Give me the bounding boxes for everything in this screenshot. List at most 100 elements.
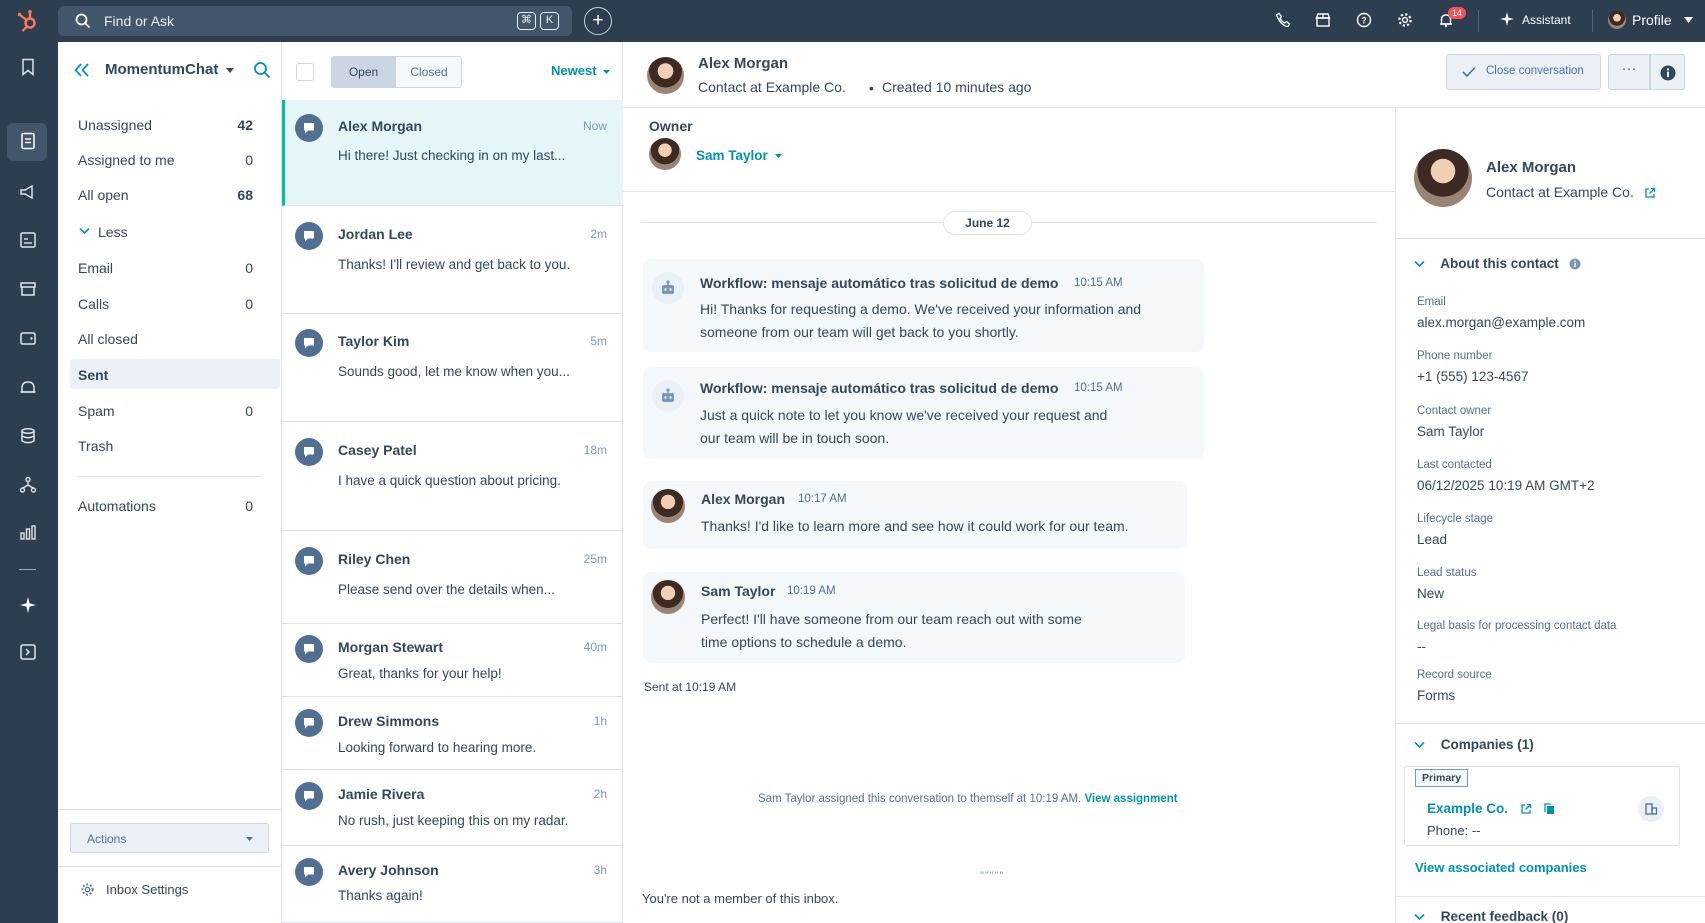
contact-field-value[interactable]: --: [1417, 639, 1426, 654]
copy-icon[interactable]: [1543, 803, 1555, 815]
message-time: 10:15 AM: [1074, 277, 1123, 289]
message-line: time options to schedule a demo.: [701, 634, 907, 650]
service-bell-icon[interactable]: [18, 377, 38, 397]
sidebar-item-count: 0: [245, 403, 253, 419]
content-icon[interactable]: [18, 230, 38, 250]
contacts-icon[interactable]: [18, 131, 38, 151]
external-link-icon[interactable]: [1520, 803, 1532, 815]
marketing-megaphone-icon[interactable]: [18, 182, 38, 202]
conversation-time: Now: [582, 119, 607, 133]
create-button[interactable]: +: [584, 7, 612, 35]
conversation-row[interactable]: Riley Chen 25m Please send over the detail…: [282, 531, 623, 624]
conversation-row[interactable]: Drew Simmons 1h Looking forward to hearing…: [282, 697, 623, 770]
composer-resize-handle[interactable]: """"": [980, 870, 1005, 882]
contact-field-value[interactable]: Sam Taylor: [1417, 424, 1484, 439]
not-member-notice: You're not a member of this inbox.: [642, 891, 839, 906]
inbox-switcher[interactable]: MomentumChat: [105, 61, 234, 78]
sort-dropdown[interactable]: Newest: [551, 63, 611, 78]
actions-label: Actions: [87, 832, 127, 846]
sidebar-item-sent[interactable]: Sent: [78, 367, 253, 383]
info-button[interactable]: [1650, 54, 1685, 90]
conversation-name: Avery Johnson: [338, 862, 439, 878]
more-actions-button[interactable]: ···: [1608, 54, 1650, 90]
search-icon[interactable]: [253, 61, 271, 79]
external-link-icon[interactable]: [1644, 187, 1656, 199]
conversation-row[interactable]: Casey Patel 18m I have a quick question ab…: [282, 422, 623, 531]
sidebar-item-spam[interactable]: Spam 0: [78, 403, 253, 419]
owner-dropdown[interactable]: Sam Taylor: [696, 148, 782, 163]
sidebar-item-trash[interactable]: Trash: [78, 438, 253, 454]
chevron-down-icon: [1414, 260, 1425, 268]
company-name-link[interactable]: Example Co.: [1427, 801, 1555, 816]
sidebar-toggle-less[interactable]: Less: [78, 224, 253, 240]
contact-field-label: Lead status: [1417, 567, 1477, 579]
contact-panel-name[interactable]: Alex Morgan: [1486, 159, 1576, 176]
automation-workflow-icon[interactable]: [18, 475, 38, 495]
hubspot-logo-icon[interactable]: [16, 9, 40, 33]
conversation-time: 2m: [590, 227, 607, 241]
sidebar-item-email[interactable]: Email 0: [78, 260, 253, 276]
conversation-row[interactable]: Jamie Rivera 2h No rush, just keeping this…: [282, 770, 623, 846]
tab-open[interactable]: Open: [332, 57, 395, 87]
search-placeholder[interactable]: Find or Ask: [104, 13, 174, 29]
recent-feedback-toggle[interactable]: Recent feedback (0): [1414, 909, 1568, 923]
message-line: Hi! Thanks for requesting a demo. We've …: [700, 301, 1142, 317]
conversation-time: 1h: [593, 714, 607, 728]
sidebar-item-assigned-to-me[interactable]: Assigned to me 0: [78, 152, 253, 168]
message-body: Just a quick note to let you know we've …: [700, 404, 1107, 450]
select-all-checkbox[interactable]: [296, 63, 314, 81]
close-conversation-button[interactable]: Close conversation: [1446, 54, 1601, 90]
sidebar-item-all-open[interactable]: All open 68: [78, 187, 253, 203]
expand-panel-icon[interactable]: [18, 642, 38, 662]
sidebar-item-automations[interactable]: Automations 0: [78, 498, 253, 514]
settings-gear-icon[interactable]: [1397, 12, 1415, 30]
inbox-name: MomentumChat: [105, 61, 219, 78]
marketplace-icon[interactable]: [1315, 12, 1333, 30]
sidebar-item-calls[interactable]: Calls 0: [78, 296, 253, 312]
conversation-row[interactable]: Avery Johnson 3h Thanks again!: [282, 846, 623, 923]
contact-field-value[interactable]: New: [1417, 586, 1444, 601]
tab-closed[interactable]: Closed: [395, 57, 461, 87]
view-assignment-link[interactable]: View assignment: [1084, 793, 1177, 805]
sidebar-item-all-closed[interactable]: All closed: [78, 331, 253, 347]
status-segmented-control: Open Closed: [331, 56, 462, 88]
sidebar-item-count: 0: [245, 296, 253, 312]
sidebar-item-label: Less: [98, 224, 128, 240]
sidebar-divider: [58, 866, 282, 867]
info-icon[interactable]: [1569, 258, 1581, 270]
contact-field-value[interactable]: 06/12/2025 10:19 AM GMT+2: [1417, 478, 1595, 493]
conversation-row[interactable]: Taylor Kim 5m Sounds good, let me know whe…: [282, 314, 623, 422]
bookmark-icon[interactable]: [18, 57, 38, 77]
phone-icon[interactable]: [1275, 12, 1293, 30]
contact-field-value[interactable]: Forms: [1417, 688, 1455, 703]
actions-dropdown[interactable]: Actions: [70, 823, 269, 853]
separator-dot: •: [869, 80, 874, 96]
reports-bar-chart-icon[interactable]: [18, 523, 38, 543]
view-associated-companies-link[interactable]: View associated companies: [1415, 860, 1587, 875]
sidebar-item-unassigned[interactable]: Unassigned 42: [78, 117, 253, 133]
message-line: our team will be in touch soon.: [700, 430, 890, 446]
thread-contact-name[interactable]: Alex Morgan: [698, 55, 788, 72]
panel-divider: [1395, 723, 1705, 724]
message-sender: Workflow: mensaje automático tras solici…: [700, 380, 1059, 396]
message-line: someone from our team will get back to y…: [700, 324, 1019, 340]
wallet-icon[interactable]: [18, 328, 38, 348]
search-bar[interactable]: Find or Ask ⌘ K: [58, 6, 572, 36]
about-contact-toggle[interactable]: About this contact: [1414, 256, 1581, 271]
contact-field-label: Contact owner: [1417, 405, 1492, 417]
commerce-store-icon[interactable]: [18, 279, 38, 299]
contact-field-value[interactable]: Lead: [1417, 532, 1447, 547]
collapse-double-chevron-icon[interactable]: [74, 63, 90, 77]
chat-bubble-icon: [295, 114, 323, 142]
data-database-icon[interactable]: [18, 426, 38, 446]
companies-toggle[interactable]: Companies (1): [1414, 737, 1534, 752]
contact-field-value[interactable]: +1 (555) 123-4567: [1417, 369, 1528, 384]
conversation-row[interactable]: Alex Morgan Now Hi there! Just checking in…: [282, 100, 623, 206]
contact-field-value[interactable]: alex.morgan@example.com: [1417, 315, 1585, 330]
conversation-row[interactable]: Jordan Lee 2m Thanks! I'll review and get …: [282, 206, 623, 314]
help-icon[interactable]: ?: [1356, 12, 1374, 30]
conversation-row[interactable]: Morgan Stewart 40m Great, thanks for your …: [282, 624, 623, 697]
breeze-sparkle-icon[interactable]: [18, 595, 38, 615]
company-building-icon[interactable]: [1638, 796, 1664, 822]
chevron-down-icon: [225, 67, 234, 73]
